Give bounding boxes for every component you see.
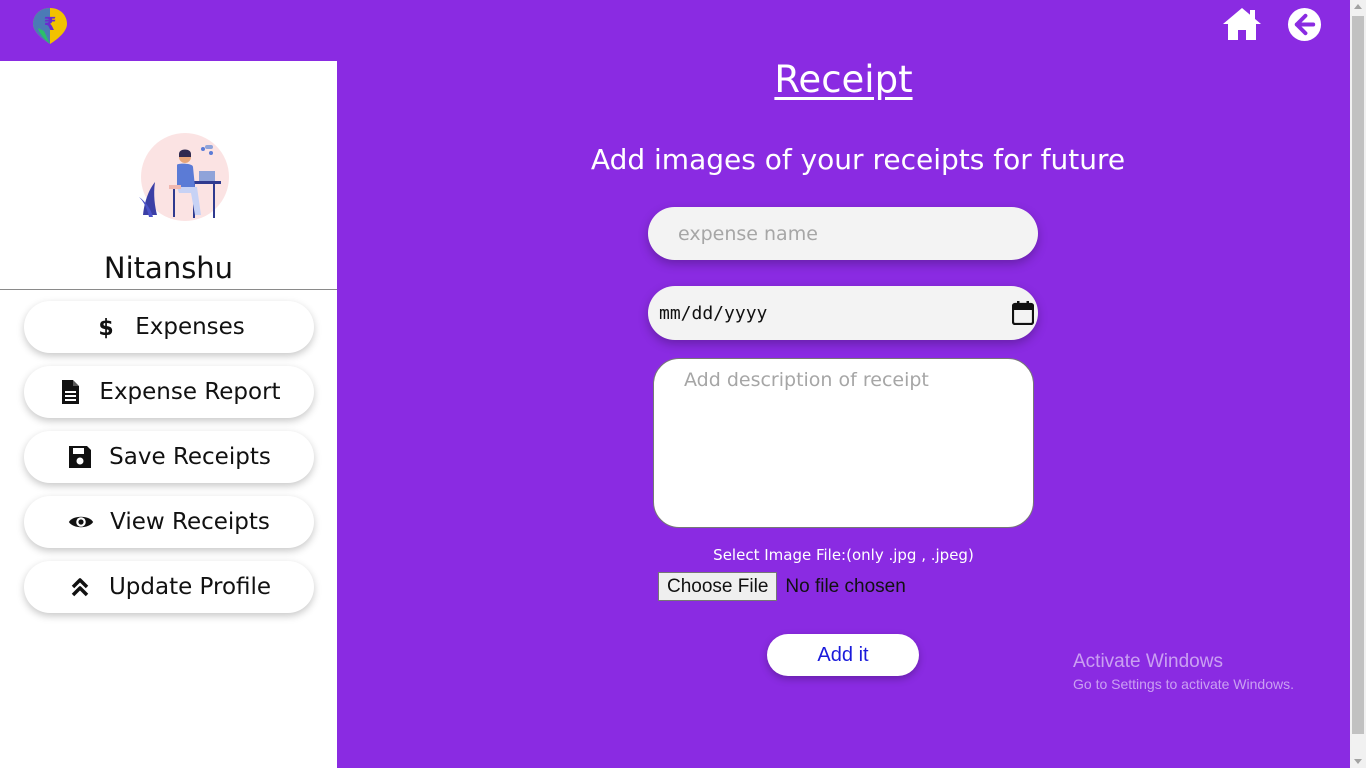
expense-report-label: Expense Report [99,379,281,405]
view-receipts-button[interactable]: View Receipts [24,496,314,548]
date-placeholder: mm/dd/yyyy [659,302,768,324]
dollar-icon: $ [93,314,119,340]
double-chevron-up-icon [67,574,93,600]
watermark-line2: Go to Settings to activate Windows. [1073,676,1294,692]
view-receipts-label: View Receipts [110,509,270,535]
user-name: Nitanshu [103,251,234,285]
page-title: Receipt [774,58,913,101]
calendar-icon[interactable] [1012,301,1034,325]
add-it-button[interactable]: Add it [767,634,919,676]
expenses-label: Expenses [135,314,245,340]
file-input[interactable]: Choose File No file chosen [658,572,906,601]
watermark-line1: Activate Windows [1073,651,1223,672]
save-receipts-label: Save Receipts [109,444,271,470]
person-at-laptop-illustration [139,133,229,221]
scroll-up-icon[interactable] [1354,4,1362,9]
save-receipts-button[interactable]: Save Receipts [24,431,314,483]
expense-name-input[interactable] [648,207,1038,260]
top-bar: ₹ [0,0,1350,61]
file-select-label: Select Image File:(only .jpg , .jpeg) [713,546,974,564]
date-input[interactable]: mm/dd/yyyy [648,286,1038,340]
choose-file-button[interactable]: Choose File [658,572,778,601]
scroll-down-icon[interactable] [1354,759,1362,764]
expense-report-button[interactable]: Expense Report [24,366,314,418]
eye-icon [68,509,94,535]
expenses-button[interactable]: $ Expenses [24,301,314,353]
description-textarea[interactable] [653,358,1034,528]
rupee-location-pin-icon[interactable]: ₹ [30,6,70,46]
home-icon[interactable] [1221,6,1263,42]
divider [0,289,337,290]
page-scrollbar[interactable] [1350,0,1366,768]
windows-activation-watermark: Activate Windows Go to Settings to activ… [1073,651,1294,692]
page-subtitle: Add images of your receipts for future [590,143,1126,176]
no-file-text: No file chosen [785,575,906,597]
floppy-disk-icon [67,444,93,470]
back-arrow-icon[interactable] [1287,7,1322,42]
update-profile-label: Update Profile [108,574,272,600]
sidebar: Nitanshu $ Expenses Expense Report Save … [0,61,337,768]
update-profile-button[interactable]: Update Profile [24,561,314,613]
document-icon [57,379,83,405]
scroll-thumb[interactable] [1352,16,1364,734]
svg-text:₹: ₹ [44,14,57,35]
svg-text:$: $ [99,316,114,339]
